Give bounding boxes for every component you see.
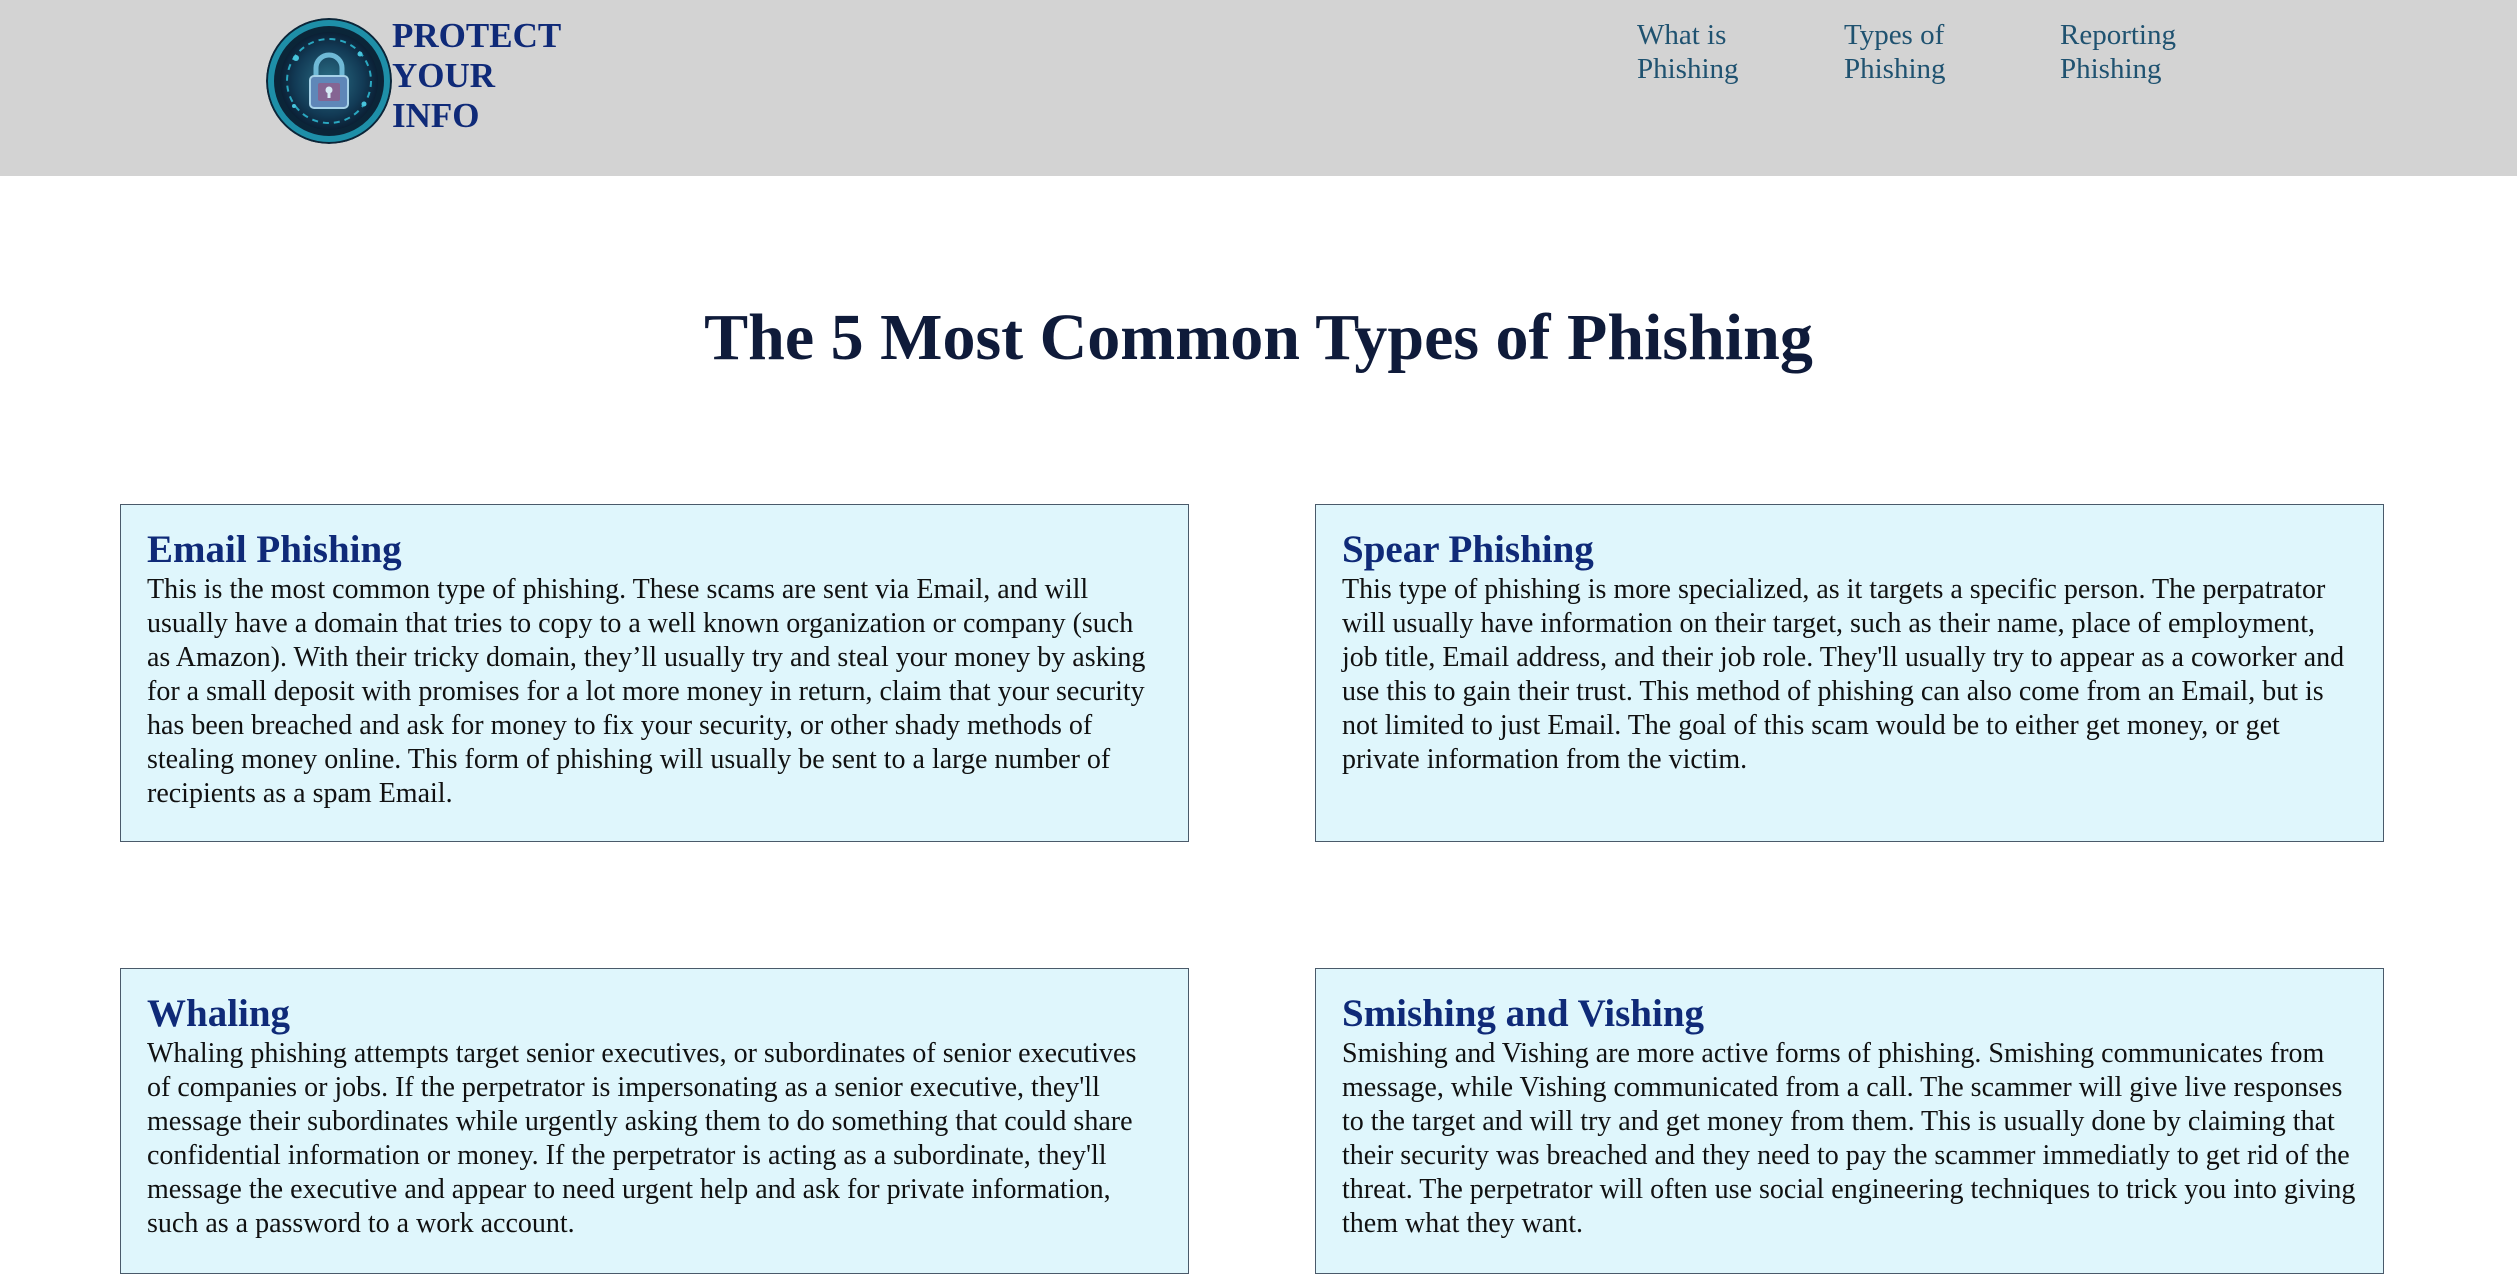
card-title: Whaling bbox=[147, 992, 291, 1035]
card-spear-phishing: Spear Phishing This type of phishing is … bbox=[1315, 504, 2384, 842]
card-text: Smishing and Vishing are more active for… bbox=[1342, 1038, 2356, 1239]
card-title: Spear Phishing bbox=[1342, 528, 1594, 571]
logo-link[interactable] bbox=[266, 18, 392, 144]
brand-line: PROTECT bbox=[392, 16, 562, 55]
site-header: PROTECT YOUR INFO What is Phishing Types… bbox=[0, 0, 2517, 176]
card-whaling: Whaling Whaling phishing attempts target… bbox=[120, 968, 1189, 1274]
card-smishing-and-vishing: Smishing and Vishing Smishing and Vishin… bbox=[1315, 968, 2384, 1274]
brand-line: INFO bbox=[392, 96, 480, 135]
card-title: Email Phishing bbox=[147, 528, 402, 571]
nav-types-of-phishing[interactable]: Types of Phishing bbox=[1844, 18, 1974, 86]
nav-what-is-phishing[interactable]: What is Phishing bbox=[1637, 18, 1767, 86]
padlock-icon bbox=[266, 18, 392, 144]
card-text: This is the most common type of phishing… bbox=[147, 574, 1146, 809]
nav-reporting-phishing[interactable]: Reporting Phishing bbox=[2060, 18, 2210, 86]
page-title: The 5 Most Common Types of Phishing bbox=[704, 301, 1813, 374]
card-text: This type of phishing is more specialize… bbox=[1342, 574, 2345, 775]
brand-name: PROTECT YOUR INFO bbox=[392, 16, 592, 136]
brand-line: YOUR bbox=[392, 56, 496, 95]
card-email-phishing: Email Phishing This is the most common t… bbox=[120, 504, 1189, 842]
card-title: Smishing and Vishing bbox=[1342, 992, 1705, 1035]
card-text: Whaling phishing attempts target senior … bbox=[147, 1038, 1137, 1239]
